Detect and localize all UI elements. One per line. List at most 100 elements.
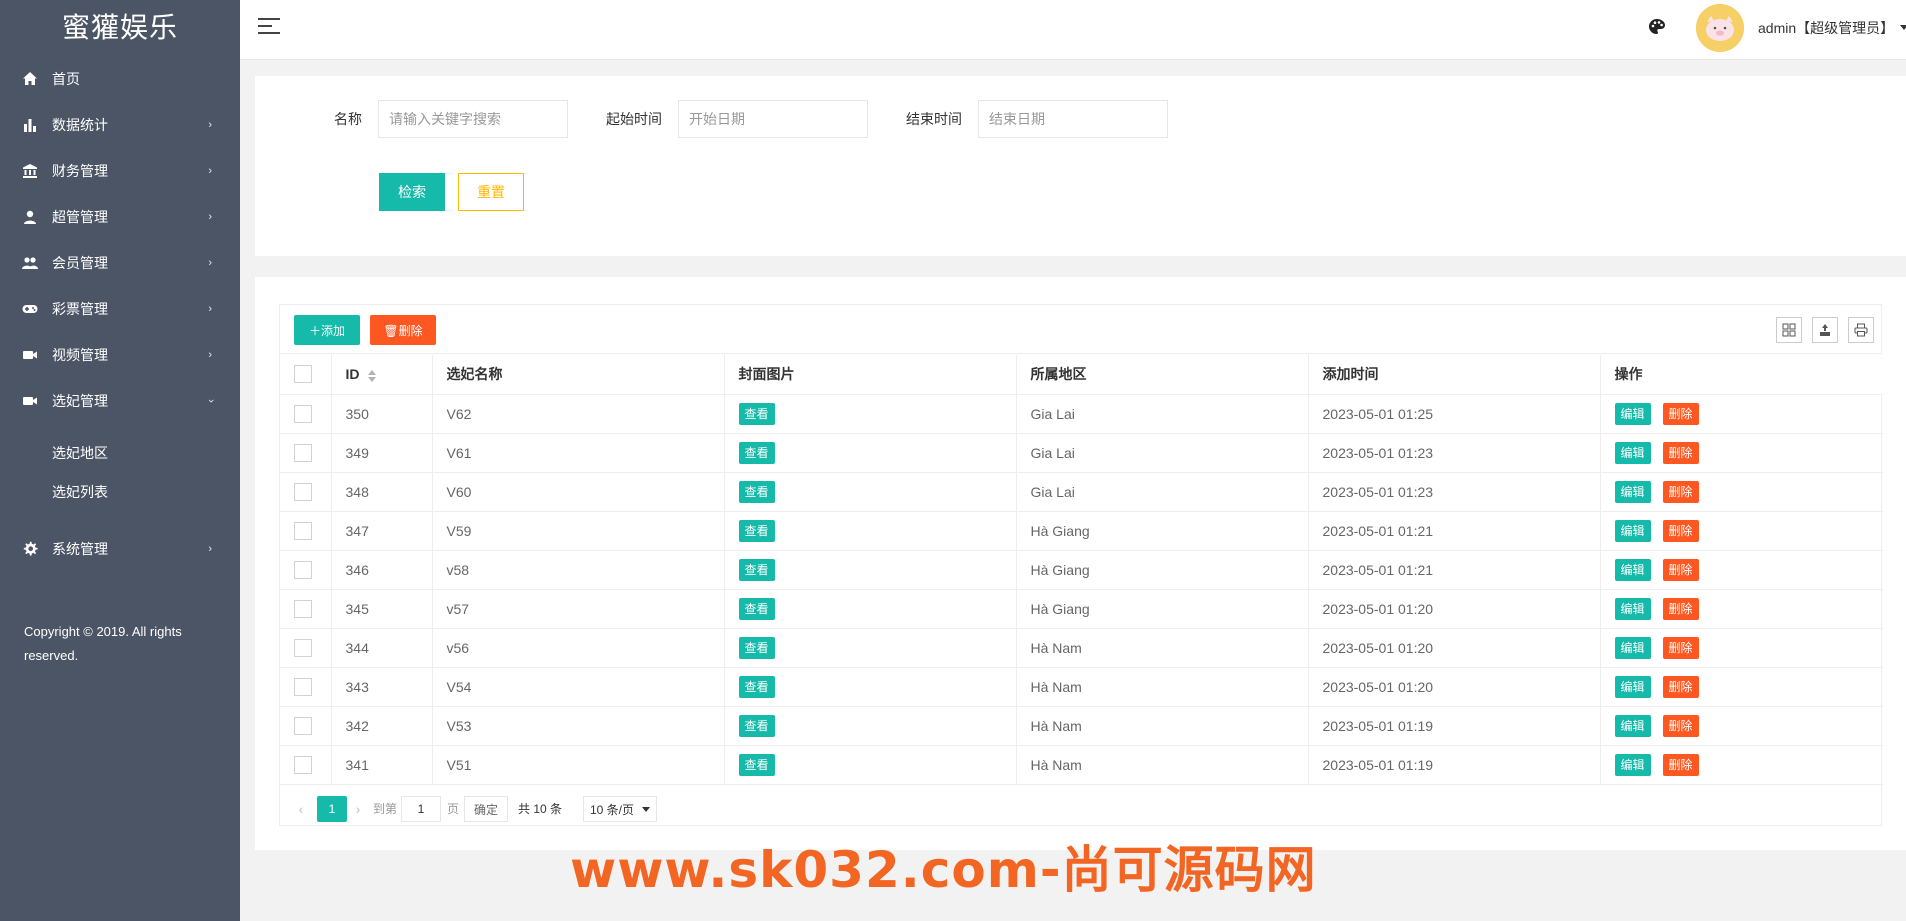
sidebar-item-members[interactable]: 会员管理 › [0, 240, 240, 286]
delete-row-button[interactable]: 删除 [1662, 636, 1699, 659]
sidebar-subitem-list[interactable]: 选妃列表 [0, 473, 240, 512]
select-all-checkbox[interactable] [294, 365, 312, 384]
data-table-box: ＋添加 🗑删除 ID 选妃名称 封面图片 所属地区 添加时间 操作 350 V6… [279, 304, 1883, 826]
delete-row-button[interactable]: 删除 [1662, 675, 1699, 698]
row-checkbox[interactable] [294, 560, 312, 579]
cell-cover: 查看 [724, 667, 1017, 707]
start-date-input[interactable] [678, 100, 868, 138]
view-cover-button[interactable]: 查看 [738, 636, 775, 659]
per-page-value: 10 条/页 [590, 803, 635, 817]
view-cover-button[interactable]: 查看 [738, 519, 775, 542]
edit-button[interactable]: 编辑 [1614, 402, 1651, 425]
sidebar-subitem-region[interactable]: 选妃地区 [0, 434, 240, 473]
view-cover-button[interactable]: 查看 [738, 558, 775, 581]
delete-row-button[interactable]: 删除 [1662, 753, 1699, 776]
edit-button[interactable]: 编辑 [1614, 636, 1651, 659]
row-checkbox[interactable] [294, 716, 312, 735]
edit-button[interactable]: 编辑 [1614, 753, 1651, 776]
delete-row-button[interactable]: 删除 [1662, 558, 1699, 581]
page-current[interactable]: 1 [317, 796, 347, 822]
next-page-icon[interactable]: › [345, 796, 371, 822]
delete-row-button[interactable]: 删除 [1662, 519, 1699, 542]
sidebar-item-data-stats[interactable]: 数据统计 › [0, 102, 240, 148]
col-region: 所属地区 [1016, 355, 1309, 395]
end-date-input[interactable] [978, 100, 1168, 138]
page-unit-label: 页 [447, 802, 460, 816]
sidebar-item-lottery[interactable]: 彩票管理 › [0, 286, 240, 332]
sidebar-item-video[interactable]: 视频管理 › [0, 332, 240, 378]
row-checkbox[interactable] [294, 599, 312, 618]
goto-page-input[interactable] [401, 796, 441, 822]
user-name[interactable]: admin【超级管理员】 [1758, 18, 1894, 38]
delete-row-button[interactable]: 删除 [1662, 597, 1699, 620]
sidebar-item-label: 会员管理 [52, 255, 108, 271]
view-cover-button[interactable]: 查看 [738, 441, 775, 464]
view-cover-button[interactable]: 查看 [738, 480, 775, 503]
cell-id: 346 [331, 550, 433, 590]
palette-icon[interactable] [1647, 17, 1667, 37]
table-toolbar: ＋添加 🗑删除 [280, 305, 1881, 354]
menu-toggle-icon[interactable] [258, 18, 280, 38]
cell-cover: 查看 [724, 706, 1017, 746]
sidebar-item-finance[interactable]: 财务管理 › [0, 148, 240, 194]
print-icon[interactable] [1848, 317, 1874, 343]
gear-icon [22, 541, 38, 557]
delete-row-button[interactable]: 删除 [1662, 402, 1699, 425]
sidebar-item-label: 首页 [52, 71, 80, 87]
edit-button[interactable]: 编辑 [1614, 714, 1651, 737]
chevron-right-icon: › [208, 165, 212, 177]
view-cover-button[interactable]: 查看 [738, 753, 775, 776]
export-icon[interactable] [1812, 317, 1838, 343]
sidebar-item-home[interactable]: 首页 [0, 56, 240, 102]
add-button[interactable]: ＋添加 [294, 315, 360, 345]
delete-row-button[interactable]: 删除 [1662, 441, 1699, 464]
delete-row-button[interactable]: 删除 [1662, 714, 1699, 737]
row-checkbox[interactable] [294, 443, 312, 462]
cell-cover: 查看 [724, 433, 1017, 473]
col-actions: 操作 [1600, 355, 1883, 395]
view-cover-button[interactable]: 查看 [738, 402, 775, 425]
view-cover-button[interactable]: 查看 [738, 597, 775, 620]
row-checkbox[interactable] [294, 482, 312, 501]
batch-delete-button[interactable]: 🗑删除 [370, 315, 436, 345]
row-checkbox[interactable] [294, 521, 312, 540]
edit-button[interactable]: 编辑 [1614, 519, 1651, 542]
per-page-select[interactable]: 10 条/页 [583, 796, 657, 822]
col-id[interactable]: ID [331, 355, 433, 395]
goto-confirm-button[interactable]: 确定 [464, 796, 508, 822]
users-icon [22, 255, 38, 271]
edit-button[interactable]: 编辑 [1614, 597, 1651, 620]
row-checkbox[interactable] [294, 677, 312, 696]
avatar[interactable] [1696, 4, 1744, 52]
edit-button[interactable]: 编辑 [1614, 675, 1651, 698]
edit-button[interactable]: 编辑 [1614, 480, 1651, 503]
sort-icon[interactable] [367, 369, 376, 382]
edit-button[interactable]: 编辑 [1614, 558, 1651, 581]
delete-row-button[interactable]: 删除 [1662, 480, 1699, 503]
cell-time: 2023-05-01 01:21 [1308, 511, 1601, 551]
sidebar-item-system[interactable]: 系统管理 › [0, 526, 240, 572]
cell-name: V62 [432, 394, 725, 434]
search-panel: 名称 起始时间 结束时间 检索 重置 [255, 76, 1906, 256]
prev-page-icon[interactable]: ‹ [288, 796, 314, 822]
row-select-cell [280, 433, 332, 473]
sidebar-item-label: 系统管理 [52, 541, 108, 557]
view-cover-button[interactable]: 查看 [738, 714, 775, 737]
row-checkbox[interactable] [294, 638, 312, 657]
table-row: 347 V59 查看 Hà Giang 2023-05-01 01:21 编辑 删除 [280, 511, 1883, 551]
caret-down-icon[interactable] [1900, 25, 1906, 30]
search-button[interactable]: 检索 [379, 173, 445, 211]
edit-button[interactable]: 编辑 [1614, 441, 1651, 464]
view-cover-button[interactable]: 查看 [738, 675, 775, 698]
columns-filter-icon[interactable] [1776, 317, 1802, 343]
name-search-input[interactable] [378, 100, 568, 138]
row-checkbox[interactable] [294, 755, 312, 774]
reset-button[interactable]: 重置 [458, 173, 524, 211]
cell-region: Gia Lai [1016, 394, 1309, 434]
table-row: 345 v57 查看 Hà Giang 2023-05-01 01:20 编辑 删除 [280, 589, 1883, 629]
sidebar-item-super-admin[interactable]: 超管管理 › [0, 194, 240, 240]
row-checkbox[interactable] [294, 404, 312, 423]
table-row: 346 v58 查看 Hà Giang 2023-05-01 01:21 编辑 删除 [280, 550, 1883, 590]
user-icon [22, 209, 38, 225]
sidebar-item-concubine[interactable]: 选妃管理 › [0, 378, 240, 424]
